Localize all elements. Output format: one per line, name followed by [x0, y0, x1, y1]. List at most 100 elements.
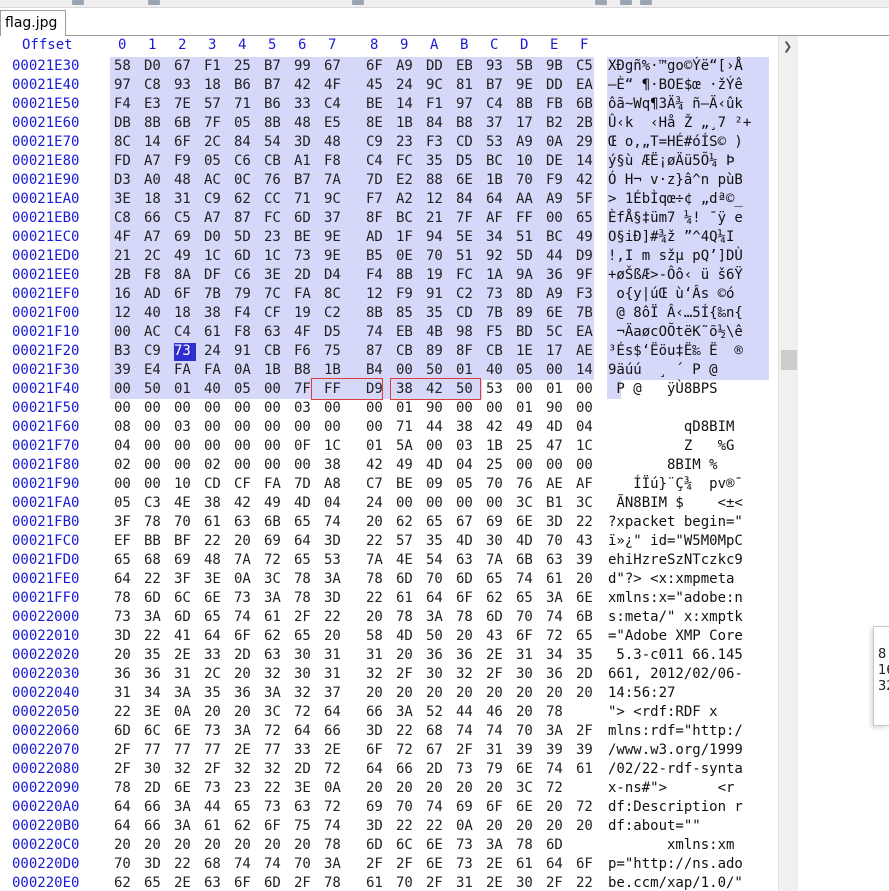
- hex-byte[interactable]: 72: [324, 799, 346, 818]
- hex-byte[interactable]: C9: [204, 191, 226, 210]
- hex-byte[interactable]: 00: [456, 400, 478, 419]
- hex-byte[interactable]: 9C: [324, 191, 346, 210]
- hex-byte[interactable]: 38: [324, 457, 346, 476]
- hex-byte[interactable]: 73: [486, 286, 508, 305]
- hex-byte[interactable]: F1: [426, 96, 448, 115]
- hex-byte[interactable]: 00: [114, 324, 136, 343]
- hex-byte[interactable]: 3C: [264, 704, 286, 723]
- hex-byte[interactable]: 72: [396, 742, 418, 761]
- hex-byte[interactable]: 89: [516, 305, 538, 324]
- toolbar-icon[interactable]: [352, 0, 364, 5]
- hex-byte[interactable]: 23: [396, 134, 418, 153]
- hex-byte[interactable]: 38: [456, 419, 478, 438]
- hex-byte[interactable]: 74: [234, 609, 256, 628]
- hex-byte[interactable]: 17: [546, 343, 568, 362]
- hex-byte[interactable]: 00: [144, 457, 166, 476]
- hex-byte[interactable]: 73: [264, 799, 286, 818]
- hex-byte[interactable]: 3E: [294, 780, 316, 799]
- hex-byte[interactable]: 75: [324, 343, 346, 362]
- hex-byte[interactable]: AD: [366, 229, 388, 248]
- hex-byte[interactable]: 62: [234, 818, 256, 837]
- hex-byte[interactable]: F9: [546, 172, 568, 191]
- hex-byte[interactable]: 66: [396, 761, 418, 780]
- hex-byte[interactable]: 2C: [144, 248, 166, 267]
- hex-byte[interactable]: 1C: [204, 248, 226, 267]
- hex-byte[interactable]: 2D: [144, 780, 166, 799]
- ascii-text[interactable]: /02/22-rdf-synta: [608, 761, 743, 777]
- hex-byte[interactable]: 00: [204, 438, 226, 457]
- hex-byte[interactable]: F3: [426, 134, 448, 153]
- hex-byte[interactable]: 05: [234, 115, 256, 134]
- hex-byte[interactable]: 09: [426, 476, 448, 495]
- hex-byte[interactable]: 74: [234, 856, 256, 875]
- hex-byte[interactable]: 44: [546, 248, 568, 267]
- hex-byte[interactable]: 20: [324, 628, 346, 647]
- hex-byte[interactable]: 70: [294, 856, 316, 875]
- hex-byte[interactable]: 22: [324, 609, 346, 628]
- hex-byte[interactable]: 69: [486, 514, 508, 533]
- hex-byte[interactable]: 84: [456, 191, 478, 210]
- hex-byte[interactable]: 00: [264, 400, 286, 419]
- hex-byte[interactable]: 00: [366, 400, 388, 419]
- hex-row[interactable]: 00021F60 08 00 03 00 00 00 00 00 00 71 44 38 42 49 4D 04…: [0, 418, 778, 437]
- hex-byte[interactable]: C8: [144, 77, 166, 96]
- hex-byte[interactable]: 2D: [234, 647, 256, 666]
- hex-row[interactable]: 00021F90 00 00 10 CD CF FA 7D A8 C7 BE 09 05 70 76 AE AF…: [0, 475, 778, 494]
- hex-byte[interactable]: 31: [456, 875, 478, 891]
- hex-byte[interactable]: 63: [456, 552, 478, 571]
- hex-byte[interactable]: 70: [396, 799, 418, 818]
- hex-byte[interactable]: 74: [546, 761, 568, 780]
- hex-byte[interactable]: 0A: [234, 571, 256, 590]
- hex-byte[interactable]: 38: [204, 305, 226, 324]
- hex-byte[interactable]: 3A: [174, 818, 196, 837]
- hex-byte[interactable]: E3: [144, 96, 166, 115]
- hex-byte[interactable]: 39: [516, 742, 538, 761]
- hex-byte[interactable]: 3A: [546, 590, 568, 609]
- hex-byte[interactable]: 6D: [174, 609, 196, 628]
- hex-byte[interactable]: 00: [516, 457, 538, 476]
- ascii-text[interactable]: "> <rdf:RDF x: [608, 704, 718, 720]
- bits-popup[interactable]: 81632: [873, 626, 889, 726]
- hex-byte[interactable]: 20: [234, 533, 256, 552]
- hex-byte[interactable]: 70: [546, 533, 568, 552]
- ascii-text[interactable]: p="http://ns.ado: [608, 856, 743, 872]
- hex-byte[interactable]: 0A: [546, 134, 568, 153]
- hex-byte[interactable]: 73: [204, 723, 226, 742]
- hex-byte[interactable]: 1B: [264, 362, 286, 381]
- hex-byte[interactable]: 12: [114, 305, 136, 324]
- hex-byte[interactable]: 1C: [264, 248, 286, 267]
- hex-byte[interactable]: 14: [144, 134, 166, 153]
- hex-byte[interactable]: 3F: [174, 571, 196, 590]
- hex-byte[interactable]: 63: [294, 799, 316, 818]
- hex-byte[interactable]: 8E: [366, 115, 388, 134]
- hex-byte[interactable]: 31: [324, 647, 346, 666]
- hex-byte[interactable]: 63: [204, 875, 226, 891]
- hex-byte[interactable]: 6C: [396, 837, 418, 856]
- hex-byte[interactable]: 00: [204, 419, 226, 438]
- hex-byte[interactable]: 43: [576, 533, 598, 552]
- hex-byte[interactable]: 20: [396, 780, 418, 799]
- hex-byte[interactable]: 70: [426, 571, 448, 590]
- hex-byte[interactable]: DF: [204, 267, 226, 286]
- hex-byte[interactable]: 45: [366, 77, 388, 96]
- hex-byte[interactable]: 8B: [516, 96, 538, 115]
- hex-byte[interactable]: FA: [174, 362, 196, 381]
- hex-byte[interactable]: 57: [396, 533, 418, 552]
- hex-byte[interactable]: 3E: [204, 571, 226, 590]
- hex-byte[interactable]: 0E: [396, 248, 418, 267]
- hex-byte[interactable]: CB: [396, 343, 418, 362]
- hex-byte[interactable]: 2F: [114, 761, 136, 780]
- ascii-text[interactable]: 9äúú ¸ ´ P @: [608, 362, 743, 378]
- hex-byte[interactable]: 44: [204, 799, 226, 818]
- hex-byte[interactable]: B7: [294, 172, 316, 191]
- hex-byte[interactable]: 8B: [396, 267, 418, 286]
- hex-byte[interactable]: 20: [396, 685, 418, 704]
- hex-byte[interactable]: 4E: [174, 495, 196, 514]
- hex-byte[interactable]: 81: [456, 77, 478, 96]
- hex-row[interactable]: 00022000 73 3A 6D 65 74 61 2F 22 20 78 3A 78 6D 70 74 6B…: [0, 608, 778, 627]
- hex-byte[interactable]: 00: [324, 400, 346, 419]
- hex-byte[interactable]: 98: [456, 324, 478, 343]
- hex-byte[interactable]: A9: [546, 191, 568, 210]
- hex-byte[interactable]: 78: [456, 609, 478, 628]
- hex-byte[interactable]: 77: [204, 742, 226, 761]
